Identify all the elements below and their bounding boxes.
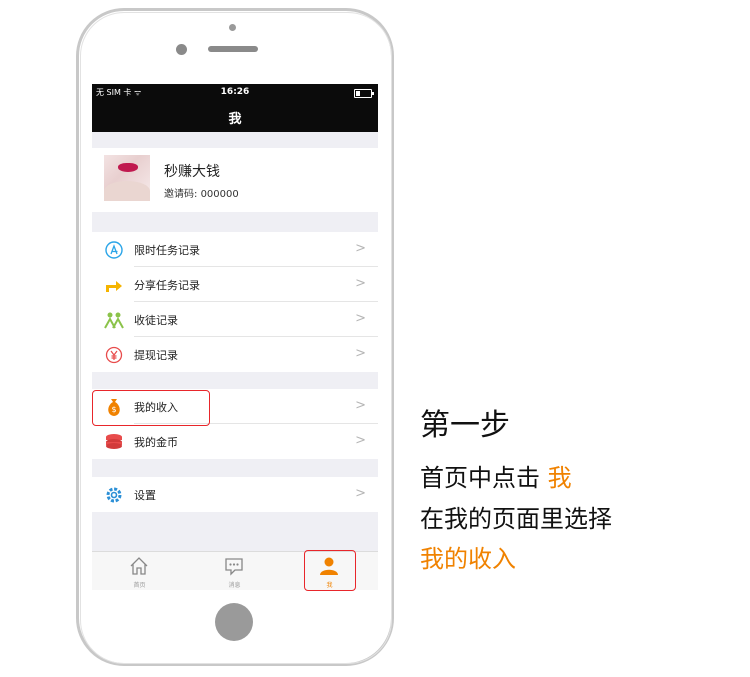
menu-item-my-coins[interactable]: 我的金币 > — [92, 424, 378, 459]
message-icon — [225, 558, 243, 576]
tab-home[interactable]: 首页 — [92, 552, 187, 590]
navigation-bar: 无 SIM 卡 ᯤ 16:26 我 — [92, 84, 378, 132]
records-menu: 限时任务记录 > 分享任务记录 > 收徒记录 > 提现记录 > — [92, 232, 378, 372]
chevron-right-icon: > — [355, 276, 366, 291]
instruction-line-1: 首页中点击 我 — [420, 464, 572, 492]
yuan-icon — [104, 345, 124, 365]
instruction-line-2: 在我的页面里选择 — [420, 505, 612, 533]
chevron-right-icon: > — [355, 241, 366, 256]
tab-messages[interactable]: 消息 — [187, 552, 282, 590]
chevron-right-icon: > — [355, 311, 366, 326]
settings-menu: 设置 > — [92, 477, 378, 512]
app-store-icon — [104, 240, 124, 260]
battery-icon — [354, 89, 374, 98]
profile-card[interactable]: 秒赚大钱 邀请码: 000000 — [92, 148, 378, 212]
gear-icon — [104, 485, 124, 505]
invite-code: 邀请码: 000000 — [164, 189, 239, 200]
chevron-right-icon: > — [355, 398, 366, 413]
share-arrow-icon — [104, 275, 124, 295]
avatar[interactable] — [104, 155, 150, 201]
page-title: 我 — [228, 112, 242, 127]
highlight-my-income — [92, 390, 210, 426]
menu-item-share-task-records[interactable]: 分享任务记录 > — [92, 267, 378, 302]
profile-name: 秒赚大钱 — [164, 164, 220, 180]
people-icon — [104, 310, 124, 330]
menu-item-limited-task-records[interactable]: 限时任务记录 > — [92, 232, 378, 267]
earpiece-speaker — [208, 46, 258, 52]
phone-screen: 无 SIM 卡 ᯤ 16:26 我 秒赚大钱 邀请码: 000000 限时任务记… — [92, 84, 378, 590]
coins-icon — [104, 432, 124, 452]
menu-item-withdrawal-records[interactable]: 提现记录 > — [92, 337, 378, 372]
chevron-right-icon: > — [355, 433, 366, 448]
chevron-right-icon: > — [355, 346, 366, 361]
proximity-sensor — [176, 44, 187, 55]
highlight-me-tab — [304, 550, 356, 591]
chevron-right-icon: > — [355, 486, 366, 501]
menu-item-settings[interactable]: 设置 > — [92, 477, 378, 512]
front-camera — [229, 24, 236, 31]
step-title: 第一步 — [420, 408, 510, 443]
status-time: 16:26 — [220, 87, 250, 97]
menu-item-apprentice-records[interactable]: 收徒记录 > — [92, 302, 378, 337]
instruction-line-3: 我的收入 — [420, 545, 516, 573]
home-button[interactable] — [215, 603, 253, 641]
home-icon — [130, 557, 148, 575]
